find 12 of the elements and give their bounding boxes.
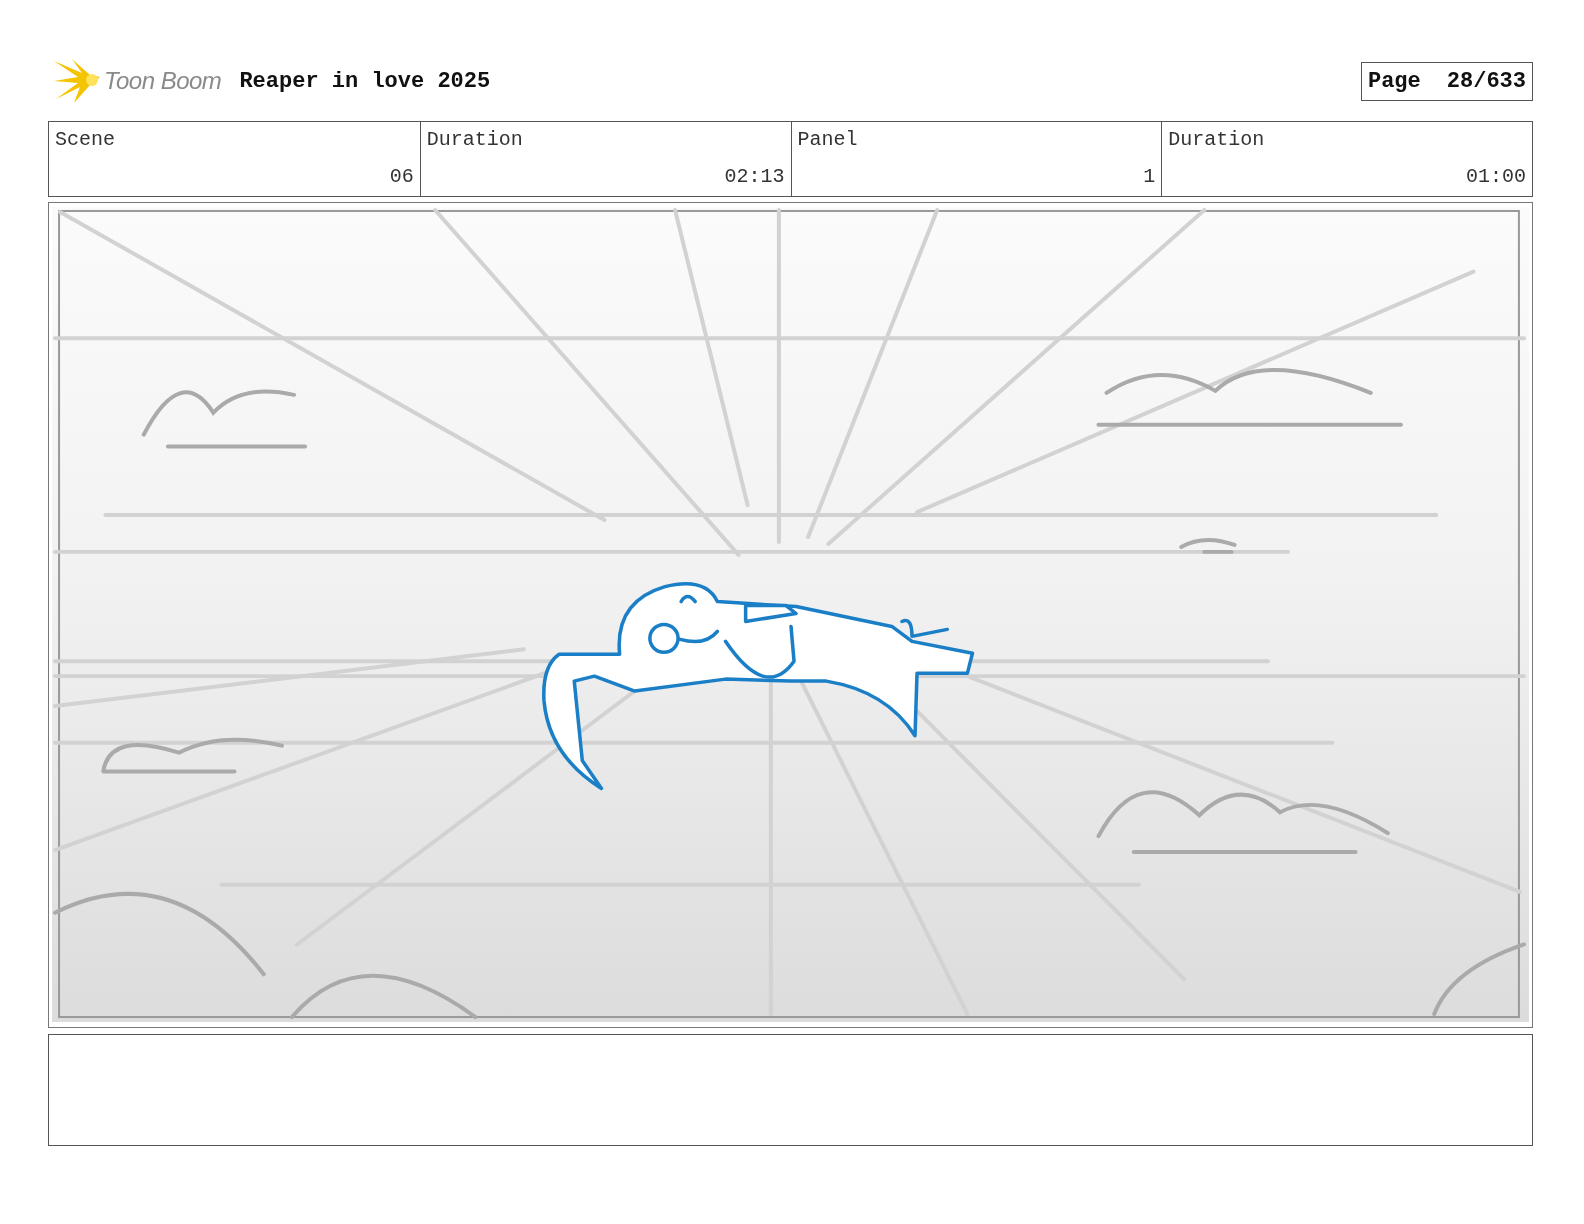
column-header: Scene	[55, 128, 116, 151]
column-header: Panel	[797, 128, 859, 151]
page-label: Page	[1367, 68, 1421, 94]
logo-text: Toon Boom	[104, 67, 222, 95]
page-number: 28/633	[1446, 68, 1526, 94]
column-header: Duration	[1168, 128, 1266, 151]
table-cell: 01:00	[1466, 165, 1526, 188]
project-title: Reaper in love 2025	[239, 68, 491, 94]
table-cell: 02:13	[724, 165, 785, 188]
table-cell: 06	[389, 165, 414, 188]
table-cell: 1	[1143, 165, 1156, 188]
column-header: Duration	[426, 128, 524, 151]
